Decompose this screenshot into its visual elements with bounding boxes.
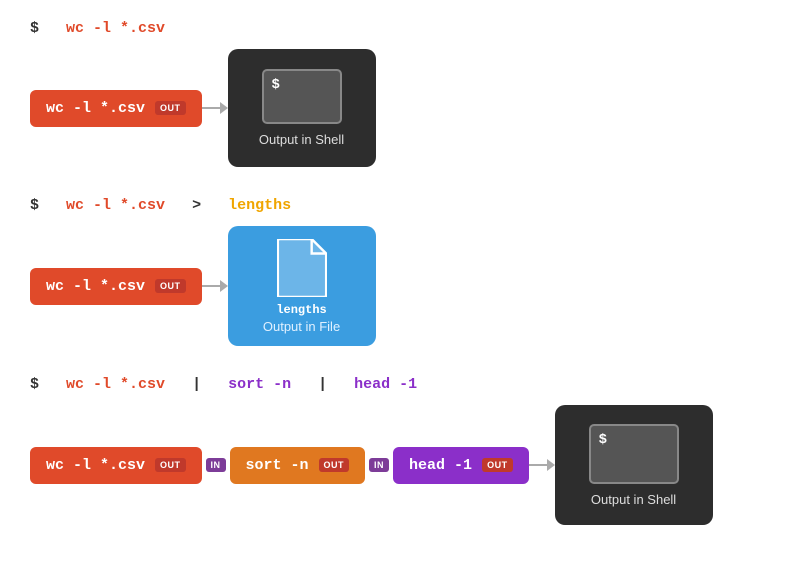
shell-output-3: $ Output in Shell: [555, 405, 713, 525]
pill-text-3c: head -1: [409, 457, 472, 474]
redirect-sign: >: [192, 197, 201, 214]
file-output-label: Output in File: [263, 319, 340, 334]
cmd-text-3c: head -1: [354, 376, 417, 393]
pipe-2: |: [318, 376, 327, 393]
shell-output-1: $ Output in Shell: [228, 49, 376, 167]
cmd-pill-3a: wc -l *.csv OUT: [30, 447, 202, 484]
shell-dollar-3: $: [599, 432, 607, 448]
cmd-text-1: wc -l *.csv: [66, 20, 165, 37]
pill-text-2: wc -l *.csv: [46, 278, 145, 295]
out-badge-3a: OUT: [155, 458, 186, 472]
cmd-line-3: $ wc -l *.csv | sort -n | head -1: [30, 376, 772, 393]
out-badge-3b: OUT: [319, 458, 350, 472]
in-badge-3b: IN: [369, 458, 389, 472]
connector-1: [202, 102, 228, 114]
cmd-pill-1: wc -l *.csv OUT: [30, 90, 202, 127]
cmd-pill-3b: sort -n OUT: [230, 447, 366, 484]
section-1: $ wc -l *.csv wc -l *.csv OUT $ Output i…: [30, 20, 772, 167]
dollar-sign: $: [30, 20, 39, 37]
out-badge-1: OUT: [155, 101, 186, 115]
cmd-line-2: $ wc -l *.csv > lengths: [30, 197, 772, 214]
pill-text-1: wc -l *.csv: [46, 100, 145, 117]
dollar-sign-3: $: [30, 376, 39, 393]
cmd-text-3a: wc -l *.csv: [66, 376, 165, 393]
connector-3: [529, 459, 555, 471]
cmd-pill-3c: head -1 OUT: [393, 447, 529, 484]
pipe-1: |: [192, 376, 201, 393]
section-2: $ wc -l *.csv > lengths wc -l *.csv OUT …: [30, 197, 772, 346]
flow-row-2: wc -l *.csv OUT lengths Output in File: [30, 226, 772, 346]
cmd-text-2: wc -l *.csv: [66, 197, 165, 214]
filename-text: lengths: [228, 197, 291, 214]
in-badge-3a: IN: [206, 458, 226, 472]
shell-label-3: Output in Shell: [591, 492, 676, 507]
pill-text-3b: sort -n: [246, 457, 309, 474]
out-badge-2: OUT: [155, 279, 186, 293]
cmd-line-1: $ wc -l *.csv: [30, 20, 772, 37]
flow-row-1: wc -l *.csv OUT $ Output in Shell: [30, 49, 772, 167]
flow-row-3: wc -l *.csv OUT IN sort -n OUT IN head -…: [30, 405, 772, 525]
connector-2: [202, 280, 228, 292]
cmd-pill-2: wc -l *.csv OUT: [30, 268, 202, 305]
file-output-2: lengths Output in File: [228, 226, 376, 346]
shell-dollar-1: $: [272, 77, 280, 93]
file-name-label: lengths: [276, 303, 326, 317]
shell-screen-3: $: [589, 424, 679, 484]
shell-screen-1: $: [262, 69, 342, 124]
shell-label-1: Output in Shell: [259, 132, 344, 147]
pill-text-3a: wc -l *.csv: [46, 457, 145, 474]
out-badge-3c: OUT: [482, 458, 513, 472]
dollar-sign-2: $: [30, 197, 39, 214]
file-icon: [277, 239, 327, 297]
section-3: $ wc -l *.csv | sort -n | head -1 wc -l …: [30, 376, 772, 525]
cmd-text-3b: sort -n: [228, 376, 291, 393]
